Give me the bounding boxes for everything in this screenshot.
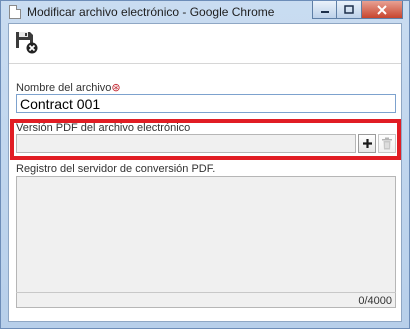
browser-window: Modificar archivo electrónico - Google C… <box>0 0 410 329</box>
conversion-log-textarea[interactable] <box>16 176 396 308</box>
conversion-log-label: Registro del servidor de conversión PDF. <box>16 163 216 175</box>
file-name-label-text: Nombre del archivo <box>16 82 112 94</box>
required-icon: ⊛ <box>111 82 121 94</box>
document-icon <box>9 5 21 19</box>
trash-icon <box>382 137 392 150</box>
dialog-content: Nombre del archivo⊛ Versión PDF del arch… <box>8 23 402 322</box>
close-window-button[interactable] <box>362 1 403 19</box>
delete-pdf-button[interactable] <box>378 134 396 153</box>
add-pdf-button[interactable] <box>358 134 376 153</box>
pdf-version-label: Versión PDF del archivo electrónico <box>16 122 191 134</box>
minimize-icon <box>320 10 329 13</box>
maximize-button[interactable] <box>337 1 362 19</box>
window-title: Modificar archivo electrónico - Google C… <box>27 5 275 19</box>
character-counter: 0/4000 <box>358 295 392 307</box>
maximize-icon <box>344 4 354 14</box>
pdf-version-field[interactable] <box>16 134 356 153</box>
file-name-label: Nombre del archivo⊛ <box>16 81 121 94</box>
log-footer: 0/4000 <box>16 292 396 308</box>
plus-icon <box>362 139 372 148</box>
window-controls <box>312 1 403 19</box>
save-and-close-button[interactable] <box>15 30 39 54</box>
title-bar[interactable]: Modificar archivo electrónico - Google C… <box>1 1 409 23</box>
save-close-icon <box>16 32 38 54</box>
close-icon <box>377 4 387 15</box>
file-name-input[interactable] <box>16 94 396 113</box>
toolbar <box>9 24 401 62</box>
toolbar-separator <box>9 63 401 64</box>
minimize-button[interactable] <box>312 1 337 19</box>
